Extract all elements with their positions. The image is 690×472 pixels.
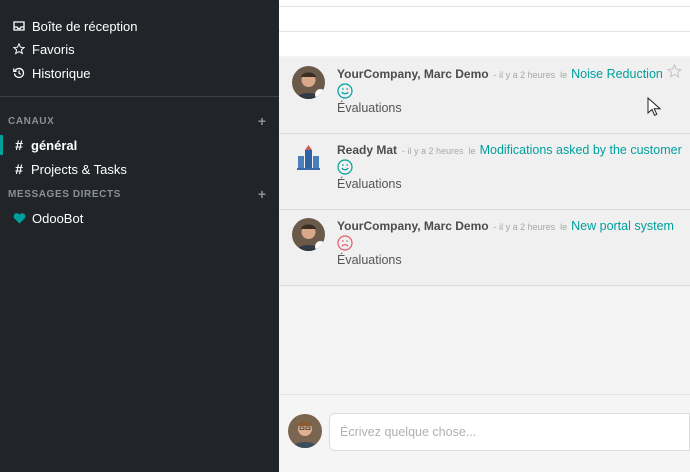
- message-date: - il y a 2 heures: [493, 70, 556, 80]
- inbox-icon: [12, 21, 26, 31]
- sidebar-item-history[interactable]: Historique: [12, 63, 91, 83]
- message-record-link[interactable]: Modifications asked by the customer: [480, 143, 682, 157]
- presence-status: [315, 241, 325, 251]
- add-channel-button[interactable]: +: [258, 113, 266, 129]
- message-record-link[interactable]: New portal system: [571, 219, 674, 233]
- message-date: - il y a 2 heures: [402, 146, 464, 156]
- sidebar-item-label: Historique: [32, 65, 91, 81]
- message-date: - il y a 2 heures: [493, 222, 556, 232]
- message-record-link[interactable]: Noise Reduction: [571, 67, 663, 81]
- sidebar-item-channel-general[interactable]: # général: [12, 135, 77, 155]
- sidebar-item-dm-odoobot[interactable]: OdooBot: [12, 208, 83, 228]
- star-icon: [12, 43, 26, 55]
- sidebar-item-starred[interactable]: Favoris: [12, 39, 75, 59]
- avatar[interactable]: [292, 218, 325, 251]
- sad-face-icon: [337, 235, 353, 251]
- hash-icon: #: [15, 137, 23, 153]
- smile-icon: [337, 159, 353, 175]
- message-on-label: le: [560, 70, 568, 80]
- sidebar-item-channel-projects[interactable]: # Projects & Tasks: [12, 159, 127, 179]
- message-input[interactable]: [329, 413, 690, 451]
- message-on-label: le: [560, 222, 568, 232]
- direct-messages-header: MESSAGES DIRECTS: [8, 189, 121, 200]
- message-author[interactable]: YourCompany, Marc Demo: [337, 67, 489, 81]
- history-icon: [12, 67, 26, 79]
- message-item: YourCompany, Marc Demo - il y a 2 heures…: [279, 210, 690, 286]
- star-icon[interactable]: [667, 64, 682, 79]
- discuss-sidebar: Boîte de réception Favoris Historique CA…: [0, 0, 279, 472]
- current-user-avatar: [288, 414, 322, 448]
- message-author[interactable]: Ready Mat: [337, 143, 397, 157]
- active-channel-indicator: [0, 135, 3, 155]
- message-on-label: le: [468, 146, 476, 156]
- message-item: Ready Mat - il y a 2 heures le Modificat…: [279, 134, 690, 210]
- message-body: Évaluations: [337, 253, 402, 267]
- sidebar-item-label: Projects & Tasks: [31, 161, 127, 177]
- sidebar-item-label: OdooBot: [32, 210, 84, 226]
- thread-panel: YourCompany, Marc Demo - il y a 2 heures…: [279, 0, 690, 472]
- sidebar-item-label: Favoris: [32, 41, 75, 57]
- message-item: YourCompany, Marc Demo - il y a 2 heures…: [279, 58, 690, 134]
- sidebar-item-label: général: [31, 137, 78, 153]
- hash-icon: #: [15, 161, 23, 177]
- channels-header: CANAUX: [8, 116, 55, 127]
- sidebar-item-inbox[interactable]: Boîte de réception: [12, 16, 138, 36]
- avatar[interactable]: [292, 66, 325, 99]
- heart-icon: [12, 212, 26, 224]
- presence-status: [315, 89, 325, 99]
- sidebar-item-label: Boîte de réception: [32, 18, 138, 34]
- sidebar-divider: [0, 96, 279, 97]
- message-body: Évaluations: [337, 177, 402, 191]
- avatar[interactable]: [292, 142, 325, 175]
- composer: [279, 394, 690, 472]
- smile-icon: [337, 83, 353, 99]
- message-author[interactable]: YourCompany, Marc Demo: [337, 219, 489, 233]
- message-body: Évaluations: [337, 101, 402, 115]
- mouse-cursor-icon: [647, 97, 661, 116]
- thread-header: [279, 6, 690, 32]
- add-direct-message-button[interactable]: +: [258, 186, 266, 202]
